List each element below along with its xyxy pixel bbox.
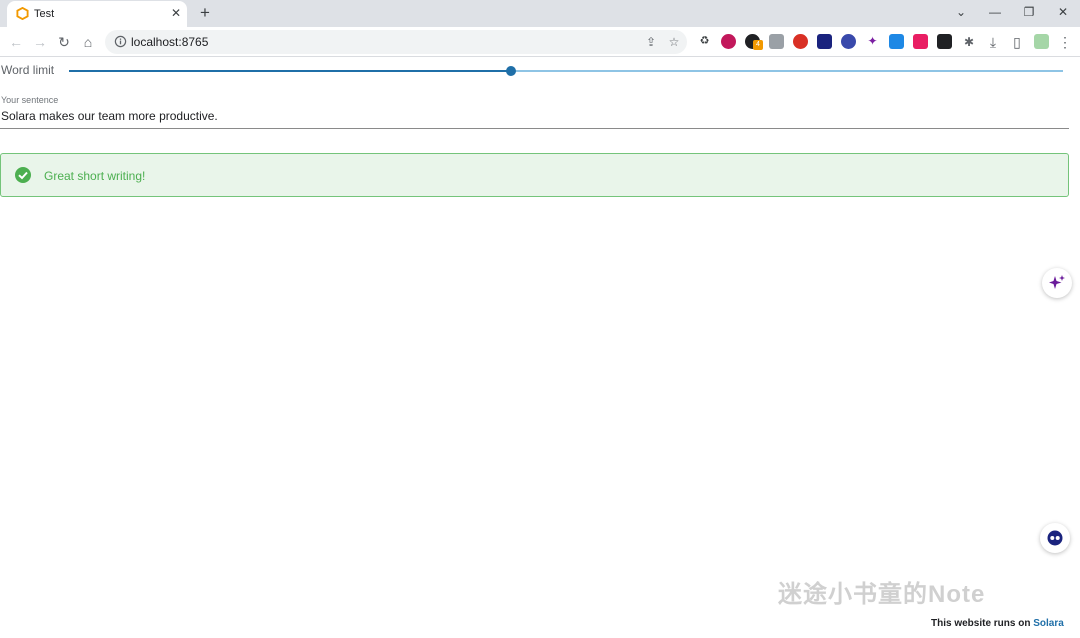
footer-credit: This website runs on Solara: [931, 618, 1064, 629]
ai-sparkle-button[interactable]: [1042, 268, 1072, 298]
camera-extension-icon[interactable]: [769, 34, 784, 49]
solara-hexagon-icon: [16, 7, 29, 20]
forward-button[interactable]: →: [30, 32, 50, 52]
reload-button[interactable]: ↻: [54, 32, 74, 52]
sentence-field: Your sentence: [0, 94, 1069, 129]
footer-text: This website runs on: [931, 618, 1031, 629]
red-extension-icon[interactable]: [793, 34, 808, 49]
minimize-button[interactable]: —: [978, 0, 1012, 24]
alert-message: Great short writing!: [44, 169, 146, 183]
url-text[interactable]: localhost:8765: [131, 35, 208, 49]
download-icon[interactable]: ⤓: [983, 32, 1003, 52]
restore-button[interactable]: ❐: [1012, 0, 1046, 24]
sentence-label: Your sentence: [1, 95, 59, 105]
share-icon[interactable]: ⇪: [641, 32, 661, 52]
address-bar[interactable]: localhost:8765 ⇪ ☆: [105, 30, 687, 54]
watermark-text: 迷途小书童的Note: [778, 581, 986, 608]
browser-toolbar: ← → ↻ ⌂ localhost:8765 ⇪ ☆ ♻ 4 ✦ ✱ ⤓ ▯ ⋮: [0, 27, 1080, 57]
recycle-extension-icon[interactable]: ♻: [697, 34, 712, 49]
slider-thumb[interactable]: [506, 66, 517, 76]
badge-extension-icon[interactable]: 4: [745, 34, 763, 50]
solara-link[interactable]: Solara: [1033, 618, 1064, 629]
tab-close-icon[interactable]: ✕: [168, 5, 184, 21]
menu-icon[interactable]: ⋮: [1055, 32, 1075, 52]
sparkle-icon: [1049, 275, 1065, 289]
profile-extension-icon[interactable]: [1034, 34, 1049, 49]
back-button[interactable]: ←: [6, 32, 26, 52]
word-limit-slider[interactable]: [69, 66, 1063, 76]
bookmark-star-icon[interactable]: ☆: [664, 32, 684, 52]
close-window-button[interactable]: ✕: [1046, 0, 1080, 24]
assistant-bot-button[interactable]: [1040, 523, 1070, 553]
tab-test[interactable]: Test ✕: [7, 1, 187, 27]
info-icon[interactable]: [114, 35, 127, 48]
pink-extension-icon[interactable]: [913, 34, 928, 49]
word-limit-label: Word limit: [1, 63, 55, 77]
success-alert: Great short writing!: [0, 153, 1069, 197]
blue-extension-icon[interactable]: [889, 34, 904, 49]
new-tab-button[interactable]: +: [195, 3, 215, 23]
sparkle-extension-icon[interactable]: ✦: [865, 34, 880, 49]
bot-face-icon: [1047, 530, 1063, 546]
check-circle-icon: [15, 167, 31, 183]
word-limit-slider-row: Word limit: [0, 60, 1080, 82]
home-button[interactable]: ⌂: [78, 32, 98, 52]
slider-fill: [69, 70, 512, 72]
shield-extension-icon[interactable]: [817, 34, 832, 49]
bot-extension-icon[interactable]: [841, 34, 856, 49]
brain-extension-icon[interactable]: [721, 34, 736, 49]
tab-title: Test: [34, 8, 55, 20]
tab-strip: Test ✕ + ⌄ — ❐ ✕: [0, 0, 1080, 27]
dark-extension-icon[interactable]: [937, 34, 952, 49]
extensions-puzzle-icon[interactable]: ✱: [959, 32, 979, 52]
side-panel-icon[interactable]: ▯: [1007, 32, 1027, 52]
tab-search-button[interactable]: ⌄: [944, 0, 978, 24]
sentence-input[interactable]: [0, 107, 1060, 125]
extension-badge-count: 4: [753, 40, 763, 50]
